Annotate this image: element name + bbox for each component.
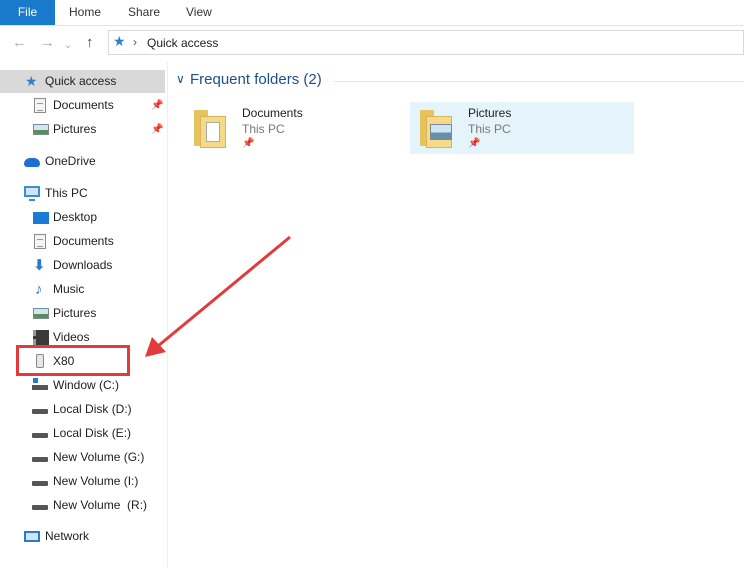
address-bar[interactable]: ★ › Quick access bbox=[108, 30, 744, 55]
pictures-icon bbox=[33, 308, 49, 319]
sidebar-item-drive-e[interactable]: Local Disk (E:) bbox=[0, 422, 165, 445]
folder-tile-pictures[interactable]: Pictures This PC 📌 bbox=[410, 102, 634, 154]
sidebar-item-label: This PC bbox=[45, 186, 88, 200]
drive-icon bbox=[32, 409, 48, 414]
sidebar-item-desktop[interactable]: Desktop bbox=[0, 206, 165, 229]
desktop-icon bbox=[33, 212, 49, 224]
breadcrumb-quick-access[interactable]: Quick access bbox=[147, 36, 218, 50]
group-header-frequent-folders[interactable]: ∨ Frequent folders (2) bbox=[174, 70, 744, 92]
sidebar-item-downloads[interactable]: ⬇ Downloads bbox=[0, 254, 165, 277]
sidebar-item-label: New Volume (I:) bbox=[53, 474, 139, 488]
music-note-icon: ♪ bbox=[35, 281, 43, 298]
group-title: Frequent folders (2) bbox=[190, 71, 322, 88]
windows-drive-icon bbox=[32, 378, 48, 390]
sidebar-item-label: Music bbox=[53, 282, 85, 296]
sidebar-item-label: Documents bbox=[53, 234, 114, 248]
sidebar-item-drive-r[interactable]: New Volume (R:) bbox=[0, 494, 165, 517]
content-pane: ∨ Frequent folders (2) Documents This PC… bbox=[168, 62, 744, 568]
folder-tile-documents[interactable]: Documents This PC 📌 bbox=[184, 102, 408, 154]
sidebar-item-drive-g[interactable]: New Volume (G:) bbox=[0, 446, 165, 469]
folder-name: Documents bbox=[242, 106, 303, 120]
sidebar-item-label: Desktop bbox=[53, 210, 98, 224]
back-arrow-icon[interactable]: ← bbox=[12, 34, 27, 52]
quick-access-star-icon: ★ bbox=[25, 73, 38, 89]
sidebar-item-onedrive[interactable]: OneDrive bbox=[0, 150, 165, 173]
pin-icon: 📌 bbox=[468, 138, 481, 149]
computer-icon bbox=[24, 186, 40, 201]
pin-icon: 📌 bbox=[242, 138, 255, 149]
star-icon: ★ bbox=[113, 33, 126, 49]
sidebar-item-label: Documents bbox=[53, 98, 114, 112]
tab-share[interactable]: Share bbox=[128, 0, 160, 25]
download-arrow-icon: ⬇ bbox=[33, 257, 46, 274]
onedrive-icon bbox=[24, 158, 40, 167]
sidebar-item-quick-pictures[interactable]: Pictures 📌 bbox=[0, 118, 165, 141]
sidebar-item-this-pc[interactable]: This PC bbox=[0, 182, 165, 205]
tab-view[interactable]: View bbox=[186, 0, 212, 25]
folder-pictures-icon bbox=[420, 110, 454, 148]
chevron-right-icon[interactable]: › bbox=[133, 35, 137, 49]
sidebar-item-network[interactable]: Network bbox=[0, 525, 165, 548]
pin-icon: 📌 bbox=[151, 100, 164, 111]
sidebar-item-label: Quick access bbox=[45, 74, 117, 88]
navigation-pane: ★ Quick access Documents 📌 Pictures 📌 On… bbox=[0, 62, 168, 568]
sidebar-item-label: Downloads bbox=[53, 258, 113, 272]
drive-icon bbox=[32, 505, 48, 510]
drive-icon bbox=[32, 433, 48, 438]
sidebar-item-quick-access[interactable]: ★ Quick access bbox=[0, 70, 165, 93]
up-arrow-icon[interactable]: ↑ bbox=[86, 34, 94, 52]
sidebar-item-label: OneDrive bbox=[45, 154, 96, 168]
tab-home[interactable]: Home bbox=[69, 0, 101, 25]
forward-arrow-icon[interactable]: → bbox=[40, 34, 55, 52]
ribbon-tab-bar: File Home Share View bbox=[0, 0, 744, 26]
annotation-highlight-box bbox=[16, 345, 130, 376]
address-row: ← → ⌄ ↑ ★ › Quick access bbox=[0, 26, 744, 62]
sidebar-item-label: Pictures bbox=[53, 306, 97, 320]
recent-locations-chevron-icon[interactable]: ⌄ bbox=[64, 37, 72, 55]
sidebar-item-quick-documents[interactable]: Documents 📌 bbox=[0, 94, 165, 117]
sidebar-item-music[interactable]: ♪ Music bbox=[0, 278, 165, 301]
sidebar-item-label: Pictures bbox=[53, 122, 97, 136]
sidebar-item-drive-c[interactable]: Window (C:) bbox=[0, 374, 165, 397]
sidebar-item-drive-d[interactable]: Local Disk (D:) bbox=[0, 398, 165, 421]
sidebar-item-pictures[interactable]: Pictures bbox=[0, 302, 165, 325]
folder-documents-icon bbox=[194, 110, 228, 148]
tab-file[interactable]: File bbox=[0, 0, 55, 25]
film-strip-icon bbox=[33, 330, 49, 345]
drive-icon bbox=[32, 457, 48, 462]
documents-icon bbox=[34, 98, 46, 113]
network-icon bbox=[24, 531, 40, 542]
folder-name: Pictures bbox=[468, 106, 512, 120]
group-divider bbox=[334, 81, 744, 82]
sidebar-item-label: Local Disk (D:) bbox=[53, 402, 132, 416]
folder-location: This PC bbox=[468, 122, 511, 136]
sidebar-item-label: New Volume (R:) bbox=[53, 498, 148, 512]
pin-icon: 📌 bbox=[151, 124, 164, 135]
pictures-icon bbox=[33, 124, 49, 135]
drive-icon bbox=[32, 481, 48, 486]
sidebar-item-label: Local Disk (E:) bbox=[53, 426, 132, 440]
sidebar-item-drive-i[interactable]: New Volume (I:) bbox=[0, 470, 165, 493]
sidebar-item-label: Network bbox=[45, 529, 90, 543]
sidebar-item-documents[interactable]: Documents bbox=[0, 230, 165, 253]
chevron-down-icon[interactable]: ∨ bbox=[176, 72, 185, 86]
sidebar-item-label: New Volume (G:) bbox=[53, 450, 145, 464]
sidebar-item-label: Window (C:) bbox=[53, 378, 120, 392]
folder-location: This PC bbox=[242, 122, 285, 136]
documents-icon bbox=[34, 234, 46, 249]
